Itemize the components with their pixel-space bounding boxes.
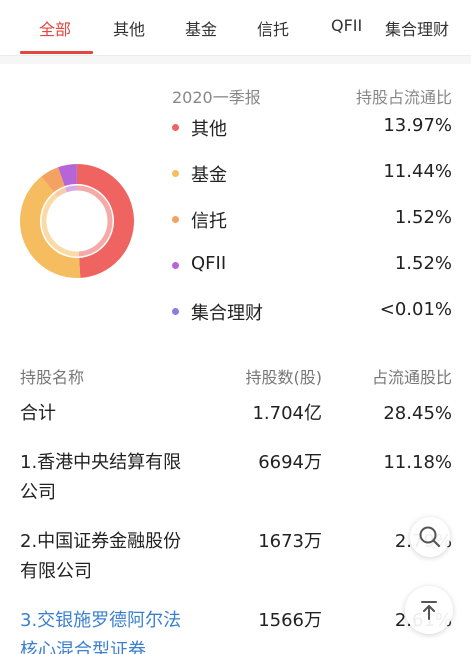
- search-button[interactable]: [410, 517, 450, 557]
- tab-fund[interactable]: 基金: [185, 16, 217, 40]
- header-shares: 持股数(股): [245, 368, 323, 387]
- legend-value: 1.52%: [394, 207, 452, 228]
- donut-inner-ring-segment: [54, 187, 67, 198]
- tab-trust[interactable]: 信托: [257, 16, 289, 40]
- active-tab-indicator: [20, 51, 93, 54]
- search-icon: [419, 526, 441, 548]
- table-row: 3.交银施罗德阿尔法核心混合型证券 1566万 2.61%: [0, 606, 471, 654]
- holder-shares: 1673万: [258, 531, 322, 552]
- holder-name: 合计: [20, 403, 56, 424]
- legend-value: 1.52%: [394, 253, 452, 274]
- legend-item-other: 其他 13.97%: [0, 113, 471, 143]
- arrow-up-icon: [421, 601, 437, 620]
- legend-value: 11.44%: [383, 161, 452, 182]
- legend-label: QFII: [191, 253, 227, 274]
- tab-other[interactable]: 其他: [113, 16, 145, 40]
- ratio-header: 持股占流通比: [355, 88, 452, 107]
- holder-shares: 6694万: [258, 452, 322, 473]
- legend-label: 其他: [191, 119, 227, 140]
- legend-item-fund: 基金 11.44%: [0, 159, 471, 189]
- back-to-top-button[interactable]: [405, 586, 453, 634]
- header-ratio: 占流通股比: [371, 368, 452, 387]
- tab-qfii[interactable]: QFII: [331, 16, 362, 35]
- holder-shares: 1566万: [258, 610, 322, 631]
- legend-value: 13.97%: [383, 115, 452, 136]
- legend-value: <0.01%: [379, 299, 452, 320]
- section-divider: [0, 56, 471, 64]
- legend-dot: [172, 262, 179, 269]
- legend-item-trust: 信托 1.52%: [0, 205, 471, 235]
- holder-name: 2.中国证券金融股份有限公司: [20, 531, 182, 582]
- legend-item-collective-wealth: 集合理财 <0.01%: [0, 297, 471, 327]
- legend-dot: [172, 170, 179, 177]
- holder-name: 1.香港中央结算有限公司: [20, 452, 182, 503]
- holder-shares: 1.704亿: [252, 403, 322, 424]
- tab-collective-wealth[interactable]: 集合理财: [385, 16, 449, 40]
- legend-dot: [172, 216, 179, 223]
- category-tabs: 全部 其他 基金 信托 QFII 集合理财: [0, 0, 471, 56]
- legend-label: 信托: [191, 211, 227, 232]
- header-holder-name: 持股名称: [20, 368, 85, 387]
- holder-ratio: 28.45%: [383, 403, 452, 424]
- report-period: 2020一季报: [172, 88, 261, 107]
- holders-table-header: 持股名称 持股数(股) 占流通股比: [0, 364, 471, 388]
- tab-all[interactable]: 全部: [39, 16, 71, 40]
- legend-item-qfii: QFII 1.52%: [0, 251, 471, 281]
- legend-label: 基金: [191, 165, 227, 186]
- legend-dot: [172, 308, 179, 315]
- holder-name-link[interactable]: 3.交银施罗德阿尔法核心混合型证券: [20, 606, 190, 654]
- legend-dot: [172, 124, 179, 131]
- legend-label: 集合理财: [191, 303, 263, 324]
- holder-ratio: 11.18%: [383, 452, 452, 473]
